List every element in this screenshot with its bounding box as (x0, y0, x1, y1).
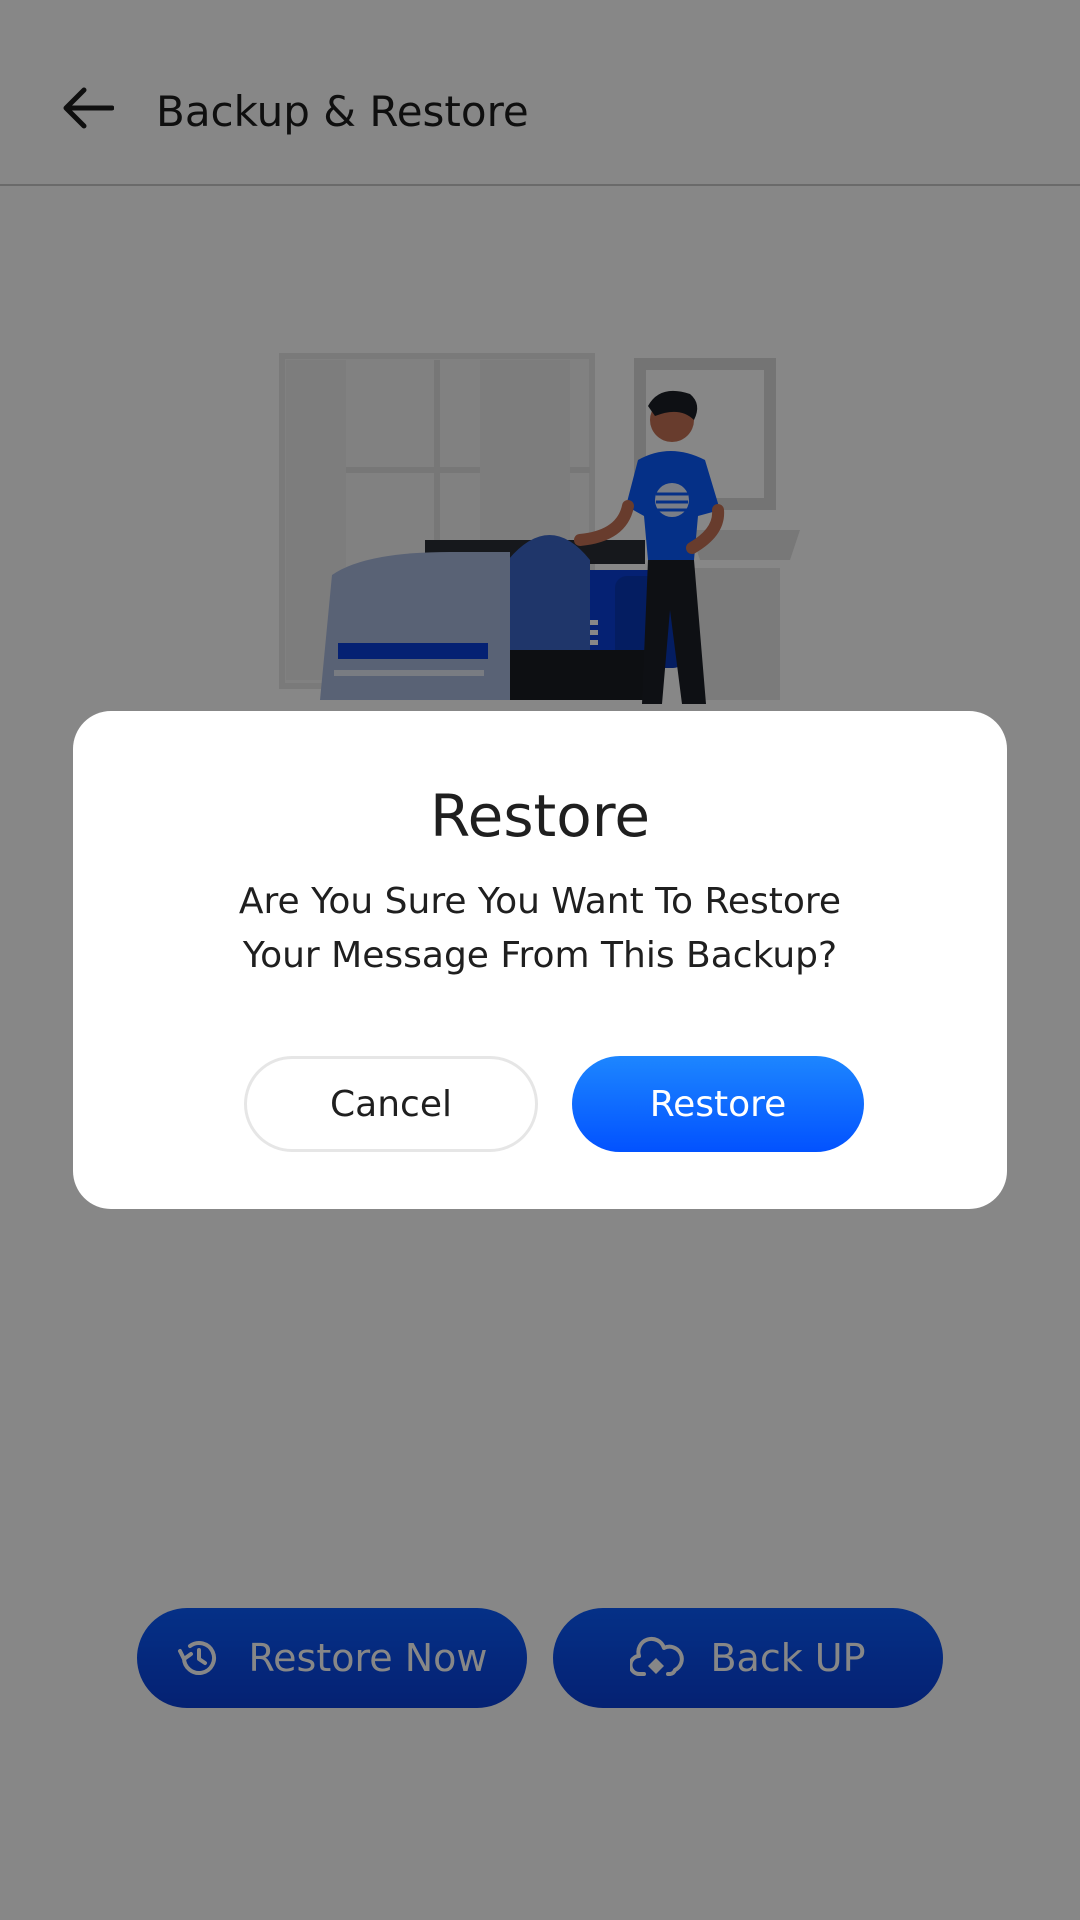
dialog-message-line1: Are You Sure You Want To Restore (238, 881, 842, 922)
dialog-title: Restore (429, 782, 651, 850)
confirm-restore-button[interactable]: Restore (572, 1056, 864, 1152)
restore-dialog: Restore Are You Sure You Want To Restore… (73, 711, 1007, 1209)
screen: Backup & Restore Restore Now Back UP Res… (0, 0, 1080, 1920)
cancel-button[interactable]: Cancel (244, 1056, 538, 1152)
dialog-message: Are You Sure You Want To Restore Your Me… (173, 875, 907, 983)
dialog-message-line2: Your Message From This Backup? (242, 935, 838, 976)
